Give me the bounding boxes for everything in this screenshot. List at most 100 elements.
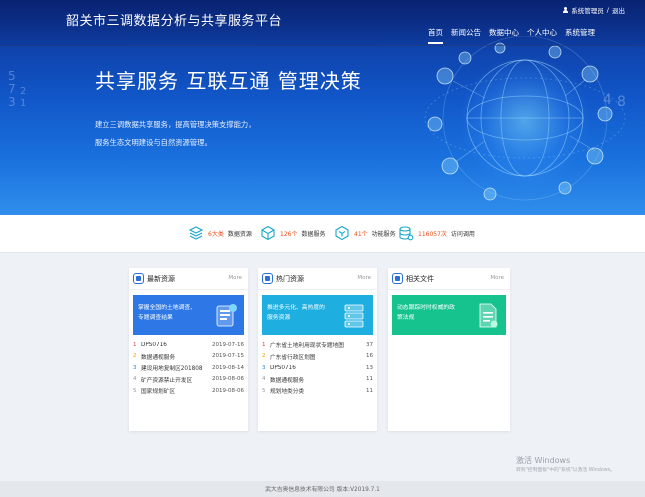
hero-banner: 4 8 573 21 韶关市三调数据分析与共享服务平台 系统管理员 / 退出 首… (0, 0, 645, 215)
nav-data-center[interactable]: 数据中心 (489, 27, 519, 44)
hero-subtitle: 建立三调数据共享服务，提高管理决策支撑能力， 服务生态文明建设与自然资源管理。 (95, 116, 256, 152)
item-index: 1 (262, 341, 266, 348)
logout-link[interactable]: 退出 (612, 5, 625, 15)
item-name: DPS0716 (141, 341, 167, 348)
item-count: 13 (366, 364, 373, 371)
stat-value: 41个 (354, 230, 368, 238)
item-date: 2019-07-15 (212, 353, 244, 360)
banner-line-2: 专题调查结果 (138, 315, 173, 321)
stat-label: 功能服务 (371, 230, 396, 238)
hero-headline: 共享服务 互联互通 管理决策 (95, 69, 362, 93)
card-title: 相关文件 (406, 275, 434, 283)
app-title: 韶关市三调数据分析与共享服务平台 (66, 14, 283, 29)
hot-banner[interactable]: 推进多元化、高热度的 服务资源 (262, 295, 373, 335)
card-header: 相关文件 More (388, 268, 510, 290)
item-index: 5 (133, 387, 137, 394)
item-date: 2019-07-16 (212, 341, 244, 348)
item-name: 规划地类分类 (270, 389, 305, 396)
item-index: 2 (262, 353, 266, 360)
more-link[interactable]: More (357, 275, 371, 281)
item-name: 建设用地复制区201808 (141, 366, 203, 373)
stat-function-services: 41个 功能服务 (334, 225, 396, 241)
item-count: 37 (366, 341, 373, 348)
hot-resources-card: 热门资源 More 推进多元化、高热度的 服务资源 1 广东省土地利用现状专题地… (258, 268, 377, 431)
item-index: 2 (133, 353, 137, 360)
item-index: 3 (262, 364, 266, 371)
item-date: 2019-08-06 (212, 387, 244, 394)
item-index: 1 (133, 341, 137, 348)
user-area: 系统管理员 / 退出 (562, 5, 625, 15)
list-item[interactable]: 3 建设用地复制区201808 2019-08-14 (133, 362, 244, 374)
nav-personal-center[interactable]: 个人中心 (527, 27, 557, 44)
item-name: 数据通视服务 (270, 377, 305, 384)
latest-resources-card: 最新资源 More 掌握全国的土地调查、 专题调查结果 1 DPS0716 20… (129, 268, 248, 431)
card-title: 热门资源 (276, 275, 304, 283)
cube-network-icon (261, 225, 275, 241)
card-header: 热门资源 More (258, 268, 377, 290)
top-header: 韶关市三调数据分析与共享服务平台 系统管理员 / 退出 首页 新闻公告 数据中心… (0, 0, 645, 46)
hero-subline-2: 服务生态文明建设与自然资源管理。 (95, 138, 212, 147)
item-index: 5 (262, 387, 266, 394)
list-item[interactable]: 1 广东省土地利用现状专题地图 37 (262, 339, 373, 351)
list-item[interactable]: 5 国家规划矿区 2019-08-06 (133, 385, 244, 397)
list-item[interactable]: 2 数据通视服务 2019-07-15 (133, 351, 244, 363)
document-illustration-icon (479, 303, 498, 328)
user-icon (562, 6, 568, 14)
related-files-card: 相关文件 More 动态跟踪时时权威的政 策法规 (388, 268, 510, 431)
banner-line-1: 推进多元化、高热度的 (267, 305, 325, 311)
item-date: 2019-08-06 (212, 376, 244, 383)
windows-watermark-title: 激活 Windows (516, 456, 571, 465)
banner-line-2: 策法规 (397, 315, 415, 321)
card-header: 最新资源 More (129, 268, 248, 290)
list-item[interactable]: 1 DPS0716 2019-07-16 (133, 339, 244, 351)
hero-subline-1: 建立三调数据共享服务，提高管理决策支撑能力， (95, 120, 256, 129)
database-icon (399, 226, 414, 241)
nav-system-admin[interactable]: 系统管理 (565, 27, 595, 44)
item-index: 4 (133, 376, 137, 383)
list-item[interactable]: 4 数据通视服务 11 (262, 374, 373, 386)
banner-line-1: 掌握全国的土地调查、 (138, 305, 196, 311)
stat-value: 126个 (280, 230, 298, 238)
list-item[interactable]: 4 矿产资源禁止开发区 2019-08-06 (133, 374, 244, 386)
item-count: 11 (366, 376, 373, 383)
stat-label: 数据服务 (301, 230, 326, 238)
item-name: 广东省行政区划图 (270, 354, 316, 361)
main-nav: 首页 新闻公告 数据中心 个人中心 系统管理 (428, 27, 595, 44)
banner-line-2: 服务资源 (267, 315, 291, 321)
more-link[interactable]: More (490, 275, 504, 281)
latest-list: 1 DPS0716 2019-07-16 2 数据通视服务 2019-07-15… (133, 339, 244, 397)
user-separator: / (606, 6, 609, 14)
hexagon-icon (335, 225, 349, 241)
nav-news[interactable]: 新闻公告 (451, 27, 481, 44)
item-name: 广东省土地利用现状专题地图 (270, 343, 344, 350)
files-banner[interactable]: 动态跟踪时时权威的政 策法规 (392, 295, 506, 335)
card-title: 最新资源 (147, 275, 175, 283)
stat-access-calls: 116057次 访问调用 (398, 225, 475, 241)
latest-banner[interactable]: 掌握全国的土地调查、 专题调查结果 (133, 295, 244, 335)
layers-icon (188, 226, 204, 240)
resource-icon (133, 273, 144, 284)
list-item[interactable]: 2 广东省行政区划图 16 (262, 351, 373, 363)
item-index: 4 (262, 376, 266, 383)
stat-data-services: 126个 数据服务 (260, 225, 325, 241)
stat-data-resources: 6大类 数据资源 (188, 225, 252, 241)
more-link[interactable]: More (228, 275, 242, 281)
data-illustration-icon (216, 304, 237, 327)
server-illustration-icon (344, 304, 364, 328)
user-name-link[interactable]: 系统管理员 (571, 5, 604, 15)
item-count: 16 (366, 353, 373, 360)
list-item[interactable]: 5 规划地类分类 11 (262, 385, 373, 397)
nav-home[interactable]: 首页 (428, 27, 443, 44)
item-date: 2019-08-14 (212, 364, 244, 371)
stat-value: 116057次 (418, 230, 447, 238)
item-index: 3 (133, 364, 137, 371)
banner-line-1: 动态跟踪时时权威的政 (397, 305, 455, 311)
hot-list: 1 广东省土地利用现状专题地图 37 2 广东省行政区划图 16 3 DPS07… (262, 339, 373, 397)
file-icon (392, 273, 403, 284)
list-item[interactable]: 3 DPS0716 13 (262, 362, 373, 374)
item-name: 国家规划矿区 (141, 389, 176, 396)
item-name: 数据通视服务 (141, 354, 176, 361)
windows-watermark-subtitle: 转到"控制面板"中的"系统"以激活 Windows。 (516, 468, 615, 473)
stat-label: 数据资源 (227, 230, 252, 238)
fire-icon (262, 273, 273, 284)
